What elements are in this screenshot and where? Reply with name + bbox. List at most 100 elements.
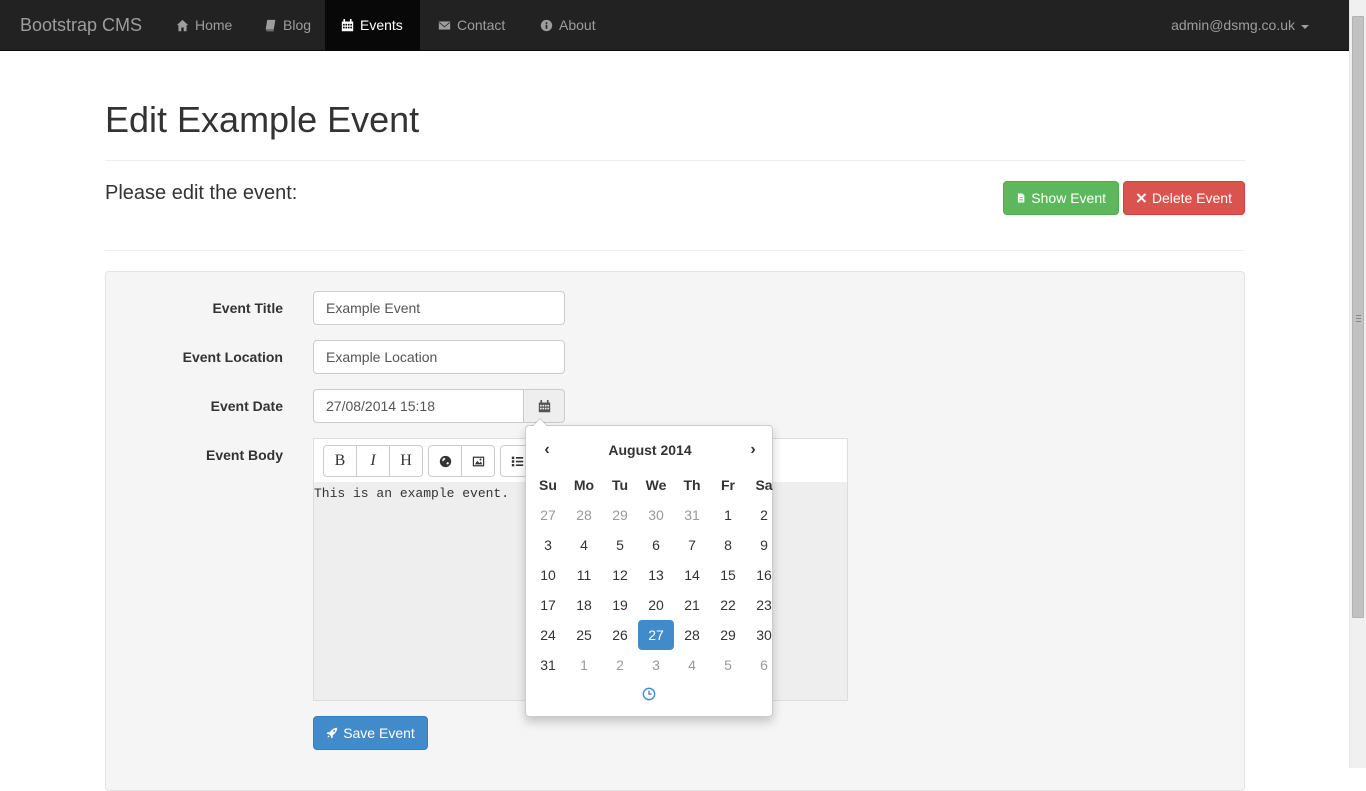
heading-icon: H: [400, 452, 412, 469]
calendar-day[interactable]: 1: [710, 500, 746, 530]
event-date-input[interactable]: 27/08/2014 15:18: [313, 389, 524, 423]
show-event-label: Show Event: [1031, 190, 1106, 206]
calendar-day[interactable]: 17: [530, 590, 566, 620]
calendar-day[interactable]: 31: [674, 500, 710, 530]
picture-icon: [472, 456, 484, 466]
remove-icon: [1136, 193, 1147, 203]
event-body-label: Event Body: [205, 447, 283, 463]
nav-item-label: Events: [360, 17, 403, 33]
page-title: Edit Example Event: [105, 99, 420, 140]
calendar-day[interactable]: 13: [638, 560, 674, 590]
nav-item-about[interactable]: About: [524, 0, 611, 51]
calendar-day[interactable]: 12: [602, 560, 638, 590]
calendar-day[interactable]: 30: [638, 500, 674, 530]
nav-item-home[interactable]: Home: [160, 0, 247, 51]
italic-button[interactable]: I: [356, 445, 390, 477]
calendar-day[interactable]: 3: [530, 530, 566, 560]
scrollbar[interactable]: [1349, 0, 1366, 768]
delete-event-button[interactable]: Delete Event: [1123, 181, 1245, 215]
calendar-day[interactable]: 7: [674, 530, 710, 560]
globe-icon: [439, 455, 451, 467]
calendar-day[interactable]: 16: [746, 560, 782, 590]
nav-item-contact[interactable]: Contact: [422, 0, 520, 51]
calendar-day[interactable]: 29: [602, 500, 638, 530]
home-icon: [175, 19, 189, 33]
nav-item-label: About: [559, 17, 596, 33]
calendar-day[interactable]: 27: [530, 500, 566, 530]
calendar-day[interactable]: 10: [530, 560, 566, 590]
calendar-day[interactable]: 18: [566, 590, 602, 620]
next-month-button[interactable]: ›: [740, 435, 766, 465]
show-event-button[interactable]: Show Event: [1003, 181, 1119, 215]
calendar-day[interactable]: 30: [746, 620, 782, 650]
scrollbar-grip-icon: [1356, 315, 1361, 322]
calendar-day[interactable]: 1: [566, 650, 602, 680]
rocket-icon: [326, 727, 338, 739]
datepicker-arrow: [533, 419, 547, 426]
selected-day[interactable]: 27: [638, 620, 674, 650]
user-email: admin@dsmg.co.uk: [1171, 17, 1295, 33]
calendar-day[interactable]: 28: [566, 500, 602, 530]
calendar-day[interactable]: 8: [710, 530, 746, 560]
calendar-day[interactable]: 4: [566, 530, 602, 560]
calendar-day[interactable]: 3: [638, 650, 674, 680]
file-icon: [1017, 193, 1025, 203]
weekday-header: Su: [539, 477, 557, 493]
calendar-icon: [538, 399, 550, 412]
calendar-day[interactable]: 22: [710, 590, 746, 620]
event-location-input[interactable]: Example Location: [313, 340, 565, 374]
calendar-day[interactable]: 20: [638, 590, 674, 620]
heading-button[interactable]: H: [389, 445, 423, 477]
calendar-day[interactable]: 19: [602, 590, 638, 620]
prev-month-button[interactable]: ‹: [534, 435, 560, 465]
calendar-day[interactable]: 6: [638, 530, 674, 560]
divider: [105, 160, 1245, 161]
calendar-day[interactable]: 6: [746, 650, 782, 680]
navbar-brand[interactable]: Bootstrap CMS: [20, 0, 142, 51]
calendar-day[interactable]: 25: [566, 620, 602, 650]
link-button[interactable]: [428, 445, 462, 477]
save-event-button[interactable]: Save Event: [313, 716, 428, 750]
datepicker-popup: ‹ August 2014 › Su Mo Tu We Th Fr Sa 27 28 29 30 31…: [525, 418, 773, 717]
divider: [105, 250, 1245, 251]
page-subtitle: Please edit the event:: [105, 182, 298, 204]
calendar-day[interactable]: 2: [746, 500, 782, 530]
scrollbar-thumb[interactable]: [1352, 16, 1364, 618]
weekday-header: Th: [683, 477, 701, 493]
clock-icon[interactable]: [642, 687, 656, 701]
calendar-day[interactable]: 11: [566, 560, 602, 590]
event-location-label: Event Location: [182, 349, 283, 365]
image-button[interactable]: [461, 445, 495, 477]
nav-item-events[interactable]: Events: [325, 0, 420, 51]
calendar-day[interactable]: 23: [746, 590, 782, 620]
calendar-day[interactable]: 26: [602, 620, 638, 650]
calendar-day[interactable]: 4: [674, 650, 710, 680]
calendar-day[interactable]: 21: [674, 590, 710, 620]
navbar: Bootstrap CMS Home Blog Events Contact A…: [0, 0, 1349, 51]
calendar-day[interactable]: 31: [530, 650, 566, 680]
event-date-label: Event Date: [210, 398, 283, 414]
calendar-day[interactable]: 29: [710, 620, 746, 650]
delete-event-label: Delete Event: [1151, 190, 1232, 206]
weekday-header: We: [645, 477, 667, 493]
calendar-day[interactable]: 15: [710, 560, 746, 590]
calendar-day[interactable]: 28: [674, 620, 710, 650]
event-title-input[interactable]: Example Event: [313, 291, 565, 325]
weekday-header: Mo: [573, 477, 595, 493]
nav-item-blog[interactable]: Blog: [248, 0, 326, 51]
bold-button[interactable]: B: [323, 445, 357, 477]
calendar-day[interactable]: 24: [530, 620, 566, 650]
nav-item-label: Home: [195, 17, 233, 33]
calendar-day[interactable]: 5: [602, 530, 638, 560]
datepicker-month-title[interactable]: August 2014: [566, 435, 734, 465]
nav-item-label: Blog: [283, 17, 312, 33]
calendar-day[interactable]: 2: [602, 650, 638, 680]
calendar-day[interactable]: 14: [674, 560, 710, 590]
book-icon: [263, 19, 277, 33]
italic-icon: I: [370, 452, 376, 469]
user-menu[interactable]: admin@dsmg.co.uk: [1171, 0, 1309, 51]
bold-icon: B: [334, 452, 346, 469]
caret-down-icon: [1301, 24, 1309, 29]
calendar-day[interactable]: 9: [746, 530, 782, 560]
calendar-day[interactable]: 5: [710, 650, 746, 680]
